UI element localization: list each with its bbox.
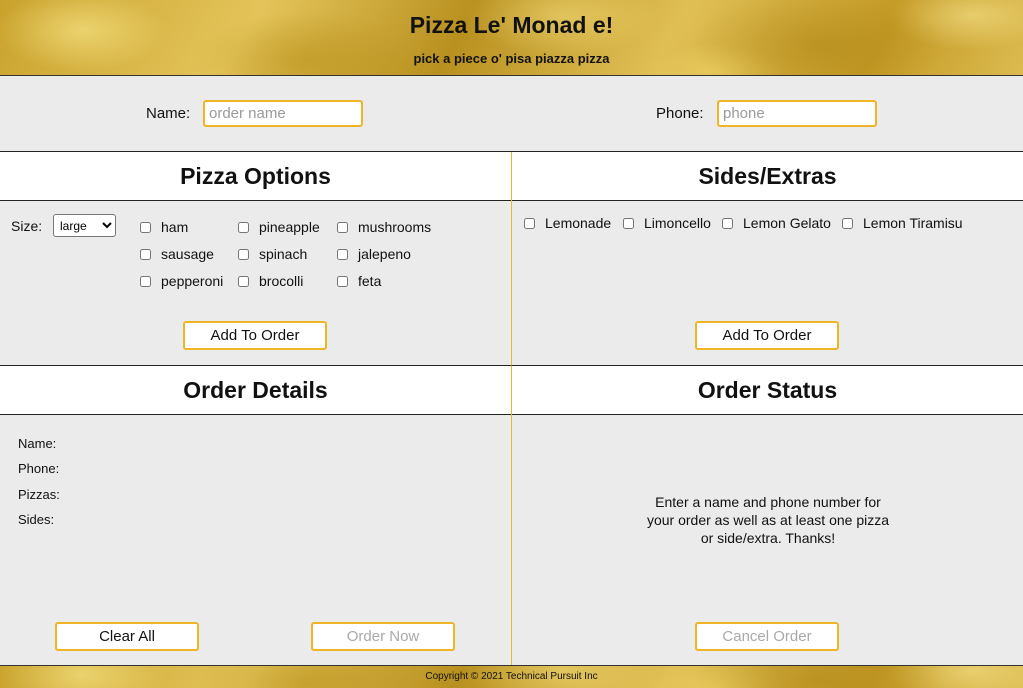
add-sides-button[interactable]: Add To Order	[695, 321, 839, 350]
side-label: Lemonade	[545, 215, 612, 231]
topping-brocolli-checkbox[interactable]	[238, 275, 249, 287]
topping-sausage[interactable]: sausage	[140, 246, 214, 262]
side-label: Limoncello	[644, 215, 711, 231]
sides-extras-title: Sides/Extras	[512, 152, 1023, 201]
phone-label: Phone:	[656, 105, 704, 122]
order-name-input[interactable]	[203, 100, 363, 127]
details-phone-label: Phone:	[18, 461, 60, 476]
side-lemonade-checkbox[interactable]	[524, 217, 535, 229]
topping-spinach-checkbox[interactable]	[238, 248, 249, 260]
order-status-message: Enter a name and phone number for your o…	[646, 494, 889, 546]
side-lemonade[interactable]: Lemonade	[524, 215, 611, 231]
pizza-options-title: Pizza Options	[0, 152, 511, 201]
topping-feta[interactable]: feta	[337, 273, 381, 289]
topping-ham[interactable]: ham	[140, 219, 188, 235]
topping-pineapple-checkbox[interactable]	[238, 221, 249, 233]
sides-extras-panel: Sides/Extras Lemonade Limoncello Lemon G…	[511, 152, 1023, 365]
details-pizzas-label: Pizzas:	[18, 487, 60, 502]
cancel-order-button[interactable]: Cancel Order	[695, 622, 839, 651]
side-lemon-tiramisu-checkbox[interactable]	[842, 217, 853, 229]
order-now-button[interactable]: Order Now	[311, 622, 455, 651]
topping-pineapple[interactable]: pineapple	[238, 219, 320, 235]
phone-input[interactable]	[717, 100, 877, 127]
clear-all-button[interactable]: Clear All	[55, 622, 199, 651]
order-status-title: Order Status	[512, 366, 1023, 415]
order-details-title: Order Details	[0, 366, 511, 415]
side-label: Lemon Gelato	[743, 215, 831, 231]
topping-label: ham	[161, 219, 189, 235]
name-label: Name:	[146, 105, 191, 122]
app-title: Pizza Le' Monad e!	[409, 12, 614, 38]
topping-label: sausage	[161, 246, 214, 262]
app-header: Pizza Le' Monad e! pick a piece o' pisa …	[0, 0, 1023, 76]
topping-spinach[interactable]: spinach	[238, 246, 307, 262]
details-name-label: Name:	[18, 436, 57, 451]
order-status-panel: Order Status Enter a name and phone numb…	[511, 365, 1023, 665]
side-limoncello[interactable]: Limoncello	[623, 215, 711, 231]
topping-jalepeno[interactable]: jalepeno	[337, 246, 411, 262]
topping-mushrooms[interactable]: mushrooms	[337, 219, 431, 235]
topping-pepperoni[interactable]: pepperoni	[140, 273, 223, 289]
topping-label: feta	[358, 273, 382, 289]
side-lemon-tiramisu[interactable]: Lemon Tiramisu	[842, 215, 963, 231]
topping-brocolli[interactable]: brocolli	[238, 273, 303, 289]
copyright-text: Copyright © 2021 Technical Pursuit Inc	[425, 671, 598, 682]
app-subtitle: pick a piece o' pisa piazza pizza	[413, 51, 610, 66]
details-sides-label: Sides:	[18, 512, 55, 527]
side-lemon-gelato-checkbox[interactable]	[722, 217, 733, 229]
side-label: Lemon Tiramisu	[863, 215, 963, 231]
order-details-panel: Order Details Name: Phone: Pizzas: Sides…	[0, 365, 511, 665]
footer: Copyright © 2021 Technical Pursuit Inc	[0, 665, 1023, 688]
topping-label: spinach	[259, 246, 308, 262]
topping-label: pineapple	[259, 219, 320, 235]
add-pizza-button[interactable]: Add To Order	[183, 321, 327, 350]
topping-ham-checkbox[interactable]	[140, 221, 151, 233]
size-label: Size:	[11, 218, 43, 234]
side-limoncello-checkbox[interactable]	[623, 217, 634, 229]
topping-label: brocolli	[259, 273, 304, 289]
topping-label: jalepeno	[358, 246, 411, 262]
side-lemon-gelato[interactable]: Lemon Gelato	[722, 215, 831, 231]
topping-label: mushrooms	[358, 219, 432, 235]
customer-info-bar: Name: Phone:	[0, 76, 1023, 152]
topping-feta-checkbox[interactable]	[337, 275, 348, 287]
topping-jalepeno-checkbox[interactable]	[337, 248, 348, 260]
topping-label: pepperoni	[161, 273, 224, 289]
topping-sausage-checkbox[interactable]	[140, 248, 151, 260]
pizza-options-panel: Pizza Options Size: large ham pineapple …	[0, 152, 511, 365]
topping-pepperoni-checkbox[interactable]	[140, 275, 151, 287]
topping-mushrooms-checkbox[interactable]	[337, 221, 348, 233]
size-select[interactable]: large	[53, 214, 116, 237]
